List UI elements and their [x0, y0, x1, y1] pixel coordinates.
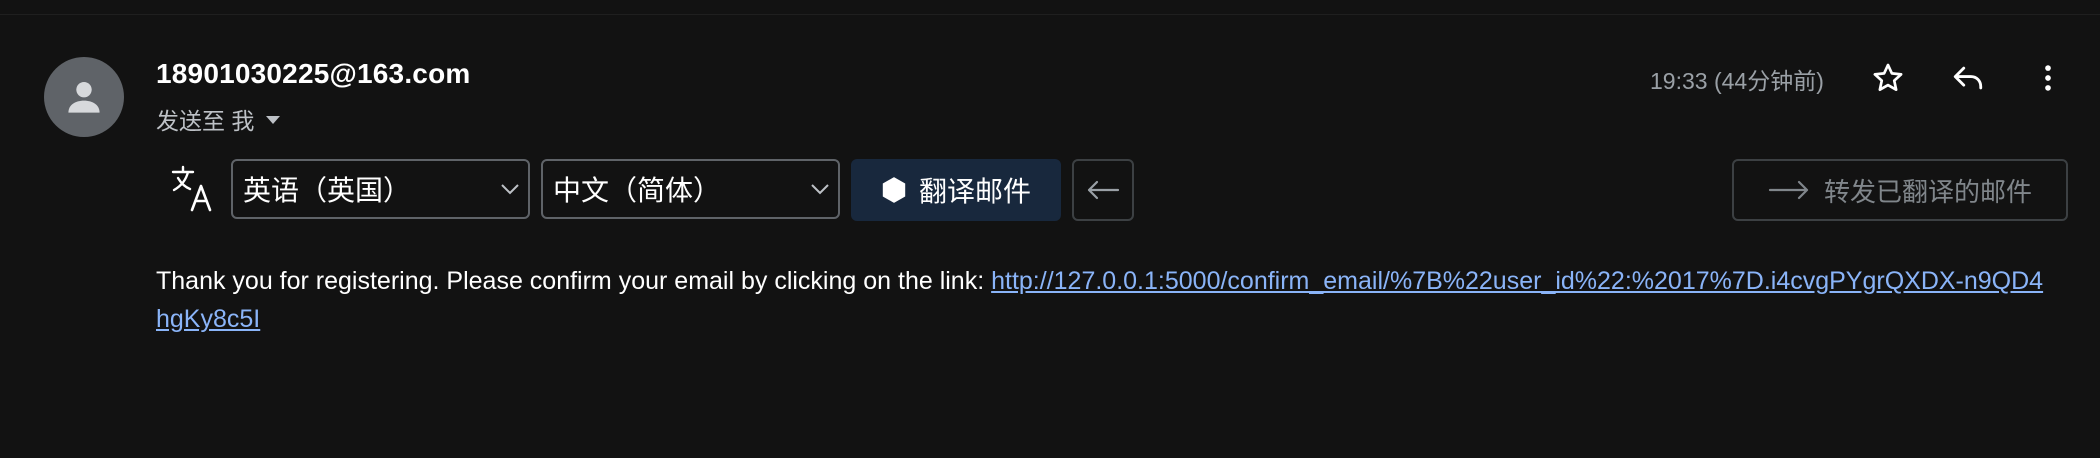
- target-language-select[interactable]: 中文（简体）: [541, 159, 840, 219]
- hexagon-icon: [882, 177, 906, 203]
- star-icon: [1873, 63, 1903, 92]
- sender-avatar[interactable]: [44, 57, 124, 137]
- recipient-toggle[interactable]: 发送至 我: [156, 102, 281, 136]
- message-body: Thank you for registering. Please confir…: [156, 262, 2056, 338]
- star-button[interactable]: [1866, 56, 1910, 100]
- target-language-value: 中文（简体）: [553, 175, 722, 206]
- message-time: 19:33 (44分钟前): [1650, 68, 1824, 94]
- arrow-right-icon: [1768, 180, 1809, 200]
- source-language-value: 英语（英国）: [243, 175, 412, 206]
- person-icon: [68, 81, 100, 113]
- top-divider: [0, 14, 2100, 15]
- chevron-down-icon: [811, 184, 829, 195]
- sender-email: 18901030225@163.com: [156, 58, 471, 89]
- source-language-select[interactable]: 英语（英国）: [231, 159, 530, 219]
- forward-translated-label: 转发已翻译的邮件: [1823, 176, 2032, 207]
- reply-button[interactable]: [1946, 56, 1990, 100]
- more-options-button[interactable]: [2026, 56, 2070, 100]
- reply-icon: [1953, 66, 1983, 90]
- translate-message-button[interactable]: 翻译邮件: [851, 159, 1061, 221]
- translate-message-label: 翻译邮件: [918, 176, 1031, 207]
- arrow-left-icon: [1087, 180, 1120, 200]
- more-vert-icon: [2045, 65, 2051, 91]
- caret-down-icon: [266, 116, 281, 124]
- message-text: Thank you for registering. Please confir…: [156, 267, 992, 295]
- chevron-down-icon: [501, 184, 519, 195]
- forward-translated-button[interactable]: 转发已翻译的邮件: [1732, 159, 2068, 221]
- recipient-label: 发送至 我: [156, 108, 255, 134]
- translate-icon: [171, 165, 212, 212]
- back-button[interactable]: [1072, 159, 1134, 221]
